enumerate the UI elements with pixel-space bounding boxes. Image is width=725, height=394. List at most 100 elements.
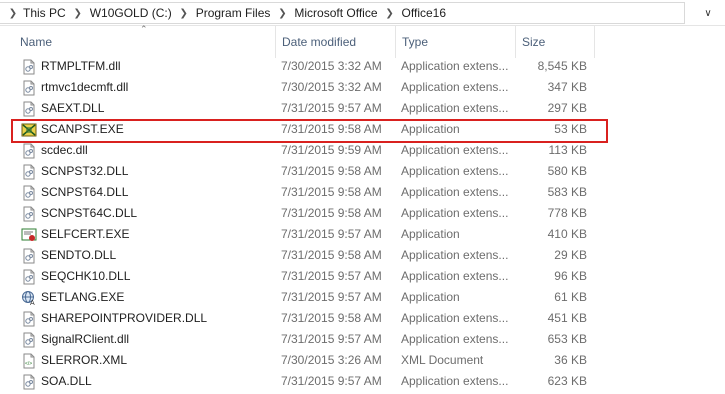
file-row[interactable]: SignalRClient.dll 7/31/2015 9:57 AM Applic…	[0, 329, 725, 350]
file-date-modified: 7/30/2015 3:26 AM	[281, 353, 382, 367]
chevron-right-icon[interactable]: ❯	[273, 8, 291, 19]
file-size: 580 KB	[547, 164, 587, 178]
file-name: SAEXT.DLL	[41, 101, 105, 115]
file-size: 451 KB	[547, 311, 587, 325]
file-name: SCNPST64C.DLL	[41, 206, 138, 220]
file-row[interactable]: SENDTO.DLL 7/31/2015 9:58 AM Application e…	[0, 245, 725, 266]
file-row[interactable]: SCANPST.EXE 7/31/2015 9:58 AM Application 5…	[0, 119, 725, 143]
file-row[interactable]: SAEXT.DLL 7/31/2015 9:57 AM Application ex…	[0, 98, 725, 119]
file-row[interactable]: scdec.dll 7/31/2015 9:59 AM Application ex…	[0, 140, 725, 161]
file-size: 113 KB	[548, 143, 587, 157]
file-size: 8,545 KB	[537, 59, 587, 73]
chevron-right-icon[interactable]: ❯	[175, 8, 193, 19]
chevron-right-icon[interactable]: ❯	[381, 8, 399, 19]
breadcrumb-drive[interactable]: W10GOLD (C:)	[87, 6, 175, 20]
file-type: Application extens...	[401, 269, 509, 283]
file-date-modified: 7/31/2015 9:58 AM	[281, 185, 382, 199]
dll-icon	[21, 374, 37, 390]
file-size: 297 KB	[547, 101, 587, 115]
file-name: SLERROR.XML	[41, 353, 128, 367]
file-name: rtmvc1decmft.dll	[41, 80, 129, 94]
file-date-modified: 7/31/2015 9:57 AM	[281, 290, 382, 304]
file-size: 347 KB	[547, 80, 587, 94]
file-date-modified: 7/31/2015 9:58 AM	[281, 164, 382, 178]
file-size: 623 KB	[547, 374, 587, 388]
file-type: Application	[401, 227, 460, 241]
file-date-modified: 7/30/2015 3:32 AM	[281, 59, 382, 73]
file-name: SOA.DLL	[41, 374, 92, 388]
file-type: Application	[401, 290, 460, 304]
file-size: 36 KB	[554, 353, 587, 367]
dll-icon	[21, 311, 37, 327]
column-name[interactable]: Name	[14, 26, 274, 58]
file-row[interactable]: </> SLERROR.XML 7/30/2015 3:26 AM XML Docum…	[0, 350, 725, 371]
scanpst-icon	[21, 122, 37, 138]
language-icon: A	[21, 290, 37, 307]
chevron-right-icon[interactable]: ❯	[6, 8, 20, 19]
file-name: SCNPST64.DLL	[41, 185, 129, 199]
address-bar[interactable]: ❯ This PC ❯ W10GOLD (C:) ❯ Program Files…	[0, 0, 725, 26]
file-name: SELFCERT.EXE	[41, 227, 130, 241]
column-size[interactable]: Size	[515, 26, 595, 58]
file-row[interactable]: RTMPLTFM.dll 7/30/2015 3:32 AM Application…	[0, 56, 725, 77]
file-type: XML Document	[401, 353, 484, 367]
chevron-down-icon[interactable]: ∨	[695, 2, 721, 24]
file-type: Application extens...	[401, 374, 509, 388]
dll-icon	[21, 248, 37, 264]
dll-icon	[21, 332, 37, 348]
file-row[interactable]: SCNPST32.DLL 7/31/2015 9:58 AM Application…	[0, 161, 725, 182]
file-name: SignalRClient.dll	[41, 332, 130, 346]
file-type: Application extens...	[401, 248, 509, 262]
file-name: RTMPLTFM.dll	[41, 59, 121, 73]
dll-icon	[21, 185, 37, 201]
file-row[interactable]: SELFCERT.EXE 7/31/2015 9:57 AM Application…	[0, 224, 725, 245]
column-type[interactable]: Type	[395, 26, 514, 58]
file-date-modified: 7/31/2015 9:58 AM	[281, 311, 382, 325]
file-type: Application extens...	[401, 164, 509, 178]
dll-icon	[21, 164, 37, 180]
file-date-modified: 7/31/2015 9:58 AM	[281, 122, 382, 136]
file-date-modified: 7/31/2015 9:57 AM	[281, 374, 382, 388]
column-date-modified[interactable]: Date modified	[275, 26, 394, 58]
file-size: 29 KB	[554, 248, 587, 262]
file-type: Application extens...	[401, 80, 509, 94]
file-name: SETLANG.EXE	[41, 290, 125, 304]
file-date-modified: 7/31/2015 9:58 AM	[281, 206, 382, 220]
file-size: 96 KB	[554, 269, 587, 283]
file-type: Application extens...	[401, 332, 509, 346]
file-row[interactable]: A SETLANG.EXE 7/31/2015 9:57 AM Application…	[0, 287, 725, 308]
file-size: 653 KB	[547, 332, 587, 346]
breadcrumb-office16[interactable]: Office16	[399, 6, 449, 20]
file-row[interactable]: SHAREPOINTPROVIDER.DLL 7/31/2015 9:58 AM A…	[0, 308, 725, 329]
column-header: ⌃ Name Date modified Type Size	[0, 24, 725, 58]
file-list: RTMPLTFM.dll 7/30/2015 3:32 AM Application…	[0, 56, 725, 392]
file-row[interactable]: SOA.DLL 7/31/2015 9:57 AM Application exte…	[0, 371, 725, 392]
file-date-modified: 7/31/2015 9:59 AM	[281, 143, 382, 157]
file-type: Application extens...	[401, 185, 509, 199]
file-size: 53 KB	[554, 122, 587, 136]
file-type: Application	[401, 122, 460, 136]
breadcrumb-microsoft-office[interactable]: Microsoft Office	[291, 6, 380, 20]
file-type: Application extens...	[401, 143, 509, 157]
file-date-modified: 7/31/2015 9:57 AM	[281, 227, 382, 241]
dll-icon	[21, 101, 37, 117]
dll-icon	[21, 80, 37, 96]
breadcrumb: ❯ This PC ❯ W10GOLD (C:) ❯ Program Files…	[0, 2, 685, 24]
file-row[interactable]: SEQCHK10.DLL 7/31/2015 9:57 AM Application…	[0, 266, 725, 287]
file-row[interactable]: SCNPST64C.DLL 7/31/2015 9:58 AM Applicatio…	[0, 203, 725, 224]
file-date-modified: 7/30/2015 3:32 AM	[281, 80, 382, 94]
file-name: scdec.dll	[41, 143, 88, 157]
breadcrumb-program-files[interactable]: Program Files	[193, 6, 274, 20]
file-date-modified: 7/31/2015 9:57 AM	[281, 269, 382, 283]
xml-icon: </>	[21, 353, 37, 369]
file-row[interactable]: SCNPST64.DLL 7/31/2015 9:58 AM Application…	[0, 182, 725, 203]
breadcrumb-this-pc[interactable]: This PC	[20, 6, 69, 20]
file-name: SCNPST32.DLL	[41, 164, 129, 178]
chevron-right-icon[interactable]: ❯	[69, 8, 87, 19]
certificate-icon	[21, 227, 37, 243]
dll-icon	[21, 59, 37, 75]
file-row[interactable]: rtmvc1decmft.dll 7/30/2015 3:32 AM Applica…	[0, 77, 725, 98]
file-name: SHAREPOINTPROVIDER.DLL	[41, 311, 208, 325]
file-type: Application extens...	[401, 101, 509, 115]
dll-icon	[21, 269, 37, 285]
